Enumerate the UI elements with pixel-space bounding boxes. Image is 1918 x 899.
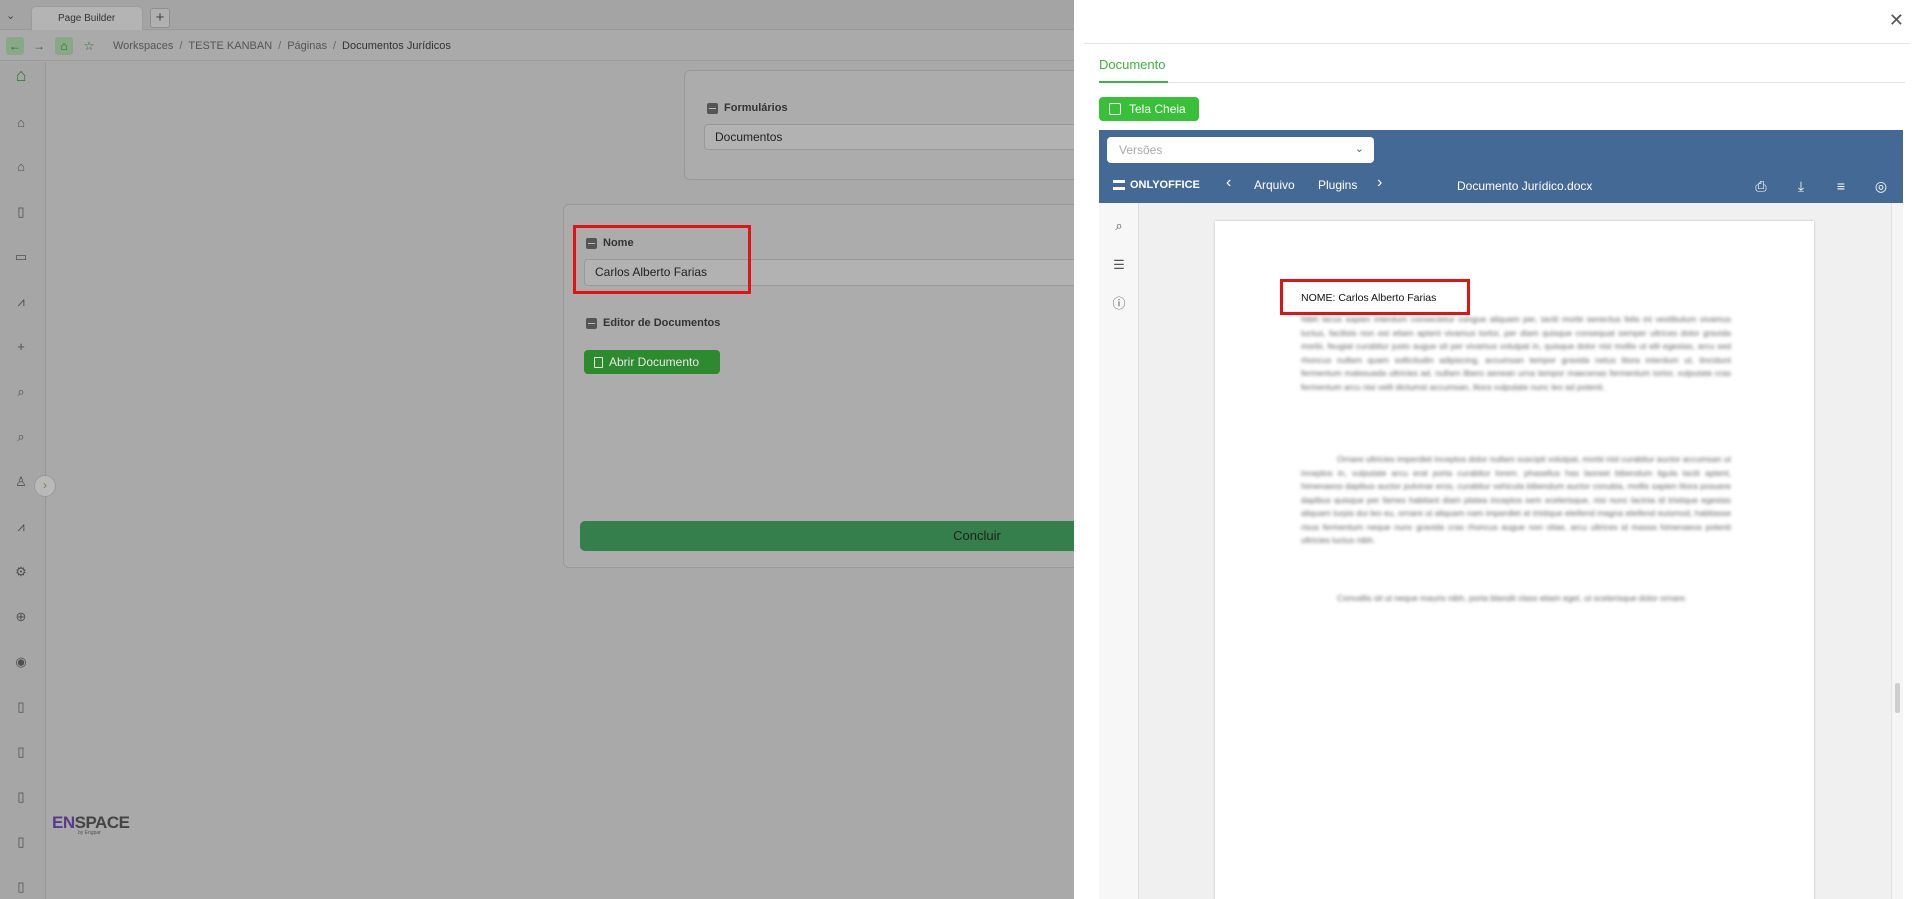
onlyoffice-logo: ONLYOFFICE bbox=[1113, 179, 1200, 191]
calendar-icon[interactable]: ▭ bbox=[12, 248, 30, 266]
user-icon[interactable]: ♙ bbox=[12, 473, 30, 491]
scrollbar-thumb[interactable] bbox=[1895, 683, 1900, 713]
breadcrumb-teste-kanban[interactable]: TESTE KANBAN bbox=[188, 40, 272, 52]
tab-title: Page Builder bbox=[58, 13, 116, 24]
open-document-label: Abrir Documento bbox=[609, 355, 700, 369]
file-icon[interactable]: ▯ bbox=[12, 698, 30, 716]
inbox-icon[interactable]: ⌂ bbox=[12, 158, 30, 176]
onlyoffice-brand: ONLYOFFICE bbox=[1130, 179, 1200, 191]
onlyoffice-editor: Versões ⌄ ONLYOFFICE ‹ Arquivo Plugins ›… bbox=[1099, 130, 1903, 899]
new-tab-button[interactable]: + bbox=[150, 8, 170, 28]
globe-icon[interactable]: ◉ bbox=[12, 653, 30, 671]
onlyoffice-left-panel: ⌕ ☰ ⓘ bbox=[1099, 203, 1139, 899]
user-circle-icon[interactable]: ◎ bbox=[1872, 177, 1890, 195]
star-icon[interactable]: ☆ bbox=[80, 37, 98, 55]
versions-placeholder: Versões bbox=[1119, 143, 1163, 157]
collapse-icon[interactable] bbox=[586, 317, 597, 329]
menu-plugins[interactable]: Plugins bbox=[1318, 178, 1357, 192]
breadcrumb-separator: / bbox=[278, 40, 282, 52]
search-alt-icon[interactable]: ⌕ bbox=[12, 428, 30, 446]
outline-icon[interactable]: ☰ bbox=[1110, 256, 1128, 274]
menu-icon[interactable]: ≡ bbox=[1832, 177, 1850, 195]
home-icon[interactable]: ⌂ bbox=[12, 114, 30, 132]
menu-prev-icon[interactable]: ‹ bbox=[1226, 174, 1231, 192]
breadcrumb-paginas[interactable]: Páginas bbox=[287, 40, 327, 52]
close-icon[interactable]: ✕ bbox=[1889, 10, 1904, 31]
line-chart-icon[interactable]: ⩘ bbox=[12, 518, 30, 536]
plus-icon[interactable]: + bbox=[12, 338, 30, 356]
document-icon[interactable]: ▯ bbox=[12, 203, 30, 221]
document-paragraph-1: Nibh lacus sapien interdum consectetur c… bbox=[1301, 314, 1731, 392]
editor-label: Editor de Documentos bbox=[603, 317, 721, 329]
upload-icon[interactable]: ⊕ bbox=[12, 608, 30, 626]
formularios-label: Formulários bbox=[724, 102, 788, 114]
info-icon[interactable]: ⓘ bbox=[1110, 295, 1128, 313]
drawer-divider bbox=[1084, 43, 1910, 44]
file-list-icon[interactable]: ▯ bbox=[12, 833, 30, 851]
versions-select[interactable]: Versões ⌄ bbox=[1107, 137, 1374, 163]
tab-rule bbox=[1099, 82, 1905, 83]
back-arrow-icon[interactable]: ← bbox=[6, 37, 24, 55]
document-paragraph-3: Convallis sit ut neque mauris nibh, port… bbox=[1337, 593, 1688, 603]
formularios-select[interactable]: Documentos bbox=[704, 124, 1084, 150]
document-icon bbox=[594, 356, 603, 368]
breadcrumb: Workspaces / TESTE KANBAN / Páginas / Document… bbox=[113, 40, 451, 52]
print-icon[interactable]: ⎙ bbox=[1752, 177, 1770, 195]
menu-next-icon[interactable]: › bbox=[1377, 174, 1382, 192]
file-text-icon[interactable]: ▯ bbox=[12, 788, 30, 806]
search-icon[interactable]: ⌕ bbox=[1110, 217, 1128, 235]
breadcrumb-separator: / bbox=[332, 40, 337, 52]
document-title: Documento Jurídico.docx bbox=[1457, 179, 1593, 193]
breadcrumb-separator: / bbox=[179, 40, 183, 52]
highlight-nome-field bbox=[573, 225, 751, 294]
breadcrumb-workspaces[interactable]: Workspaces bbox=[113, 40, 173, 52]
fullscreen-button[interactable]: Tela Cheia bbox=[1099, 97, 1199, 121]
document-scrollbar[interactable] bbox=[1891, 203, 1903, 899]
onlyoffice-stack-icon bbox=[1113, 180, 1125, 190]
highlight-nome-document bbox=[1280, 279, 1470, 315]
settings-icon[interactable]: ⚙ bbox=[12, 563, 30, 581]
tab-page-builder[interactable]: Page Builder bbox=[31, 6, 143, 30]
chevron-down-icon: ⌄ bbox=[1354, 143, 1364, 155]
collapse-icon[interactable] bbox=[707, 102, 718, 114]
file-alt-icon[interactable]: ▯ bbox=[12, 743, 30, 761]
tab-documento[interactable]: Documento bbox=[1099, 57, 1165, 72]
chart-icon[interactable]: ⩘ bbox=[12, 293, 30, 311]
navigation-bar: ← → ⌂ ☆ Workspaces / TESTE KANBAN / Páginas /… bbox=[0, 31, 1074, 61]
logo-subtitle: by Engpar bbox=[78, 830, 101, 836]
breadcrumb-current: Documentos Jurídicos bbox=[342, 40, 451, 52]
forward-arrow-icon[interactable]: → bbox=[30, 37, 48, 55]
fullscreen-icon bbox=[1109, 103, 1121, 115]
browser-tab-bar: ⌄ Page Builder + bbox=[0, 0, 1074, 30]
logo-en: EN bbox=[52, 813, 75, 832]
tab-active-indicator bbox=[1099, 81, 1168, 83]
sidebar-expand-button[interactable]: › bbox=[34, 475, 56, 497]
search-icon[interactable]: ⌕ bbox=[12, 383, 30, 401]
open-document-button[interactable]: Abrir Documento bbox=[584, 350, 720, 374]
file-extra-icon[interactable]: ▯ bbox=[12, 878, 30, 896]
document-paragraph-2: Ornare ultricies imperdiet inceptos dolo… bbox=[1301, 454, 1731, 545]
concluir-button[interactable]: Concluir bbox=[580, 521, 1074, 551]
document-page[interactable]: NOME: Carlos Alberto Farias Nibh lacus s… bbox=[1215, 221, 1814, 899]
fullscreen-label: Tela Cheia bbox=[1129, 102, 1186, 116]
logo-home-icon[interactable]: ⌂ bbox=[12, 66, 30, 84]
onlyoffice-header: Versões ⌄ ONLYOFFICE ‹ Arquivo Plugins ›… bbox=[1099, 130, 1903, 203]
menu-arquivo[interactable]: Arquivo bbox=[1254, 178, 1295, 192]
download-icon[interactable]: ⤓ bbox=[1792, 177, 1810, 195]
formularios-section-label: Formulários bbox=[707, 102, 788, 114]
tab-menu-chevron-icon[interactable]: ⌄ bbox=[6, 9, 15, 22]
home-nav-icon[interactable]: ⌂ bbox=[55, 37, 73, 55]
editor-section-label: Editor de Documentos bbox=[586, 317, 720, 329]
